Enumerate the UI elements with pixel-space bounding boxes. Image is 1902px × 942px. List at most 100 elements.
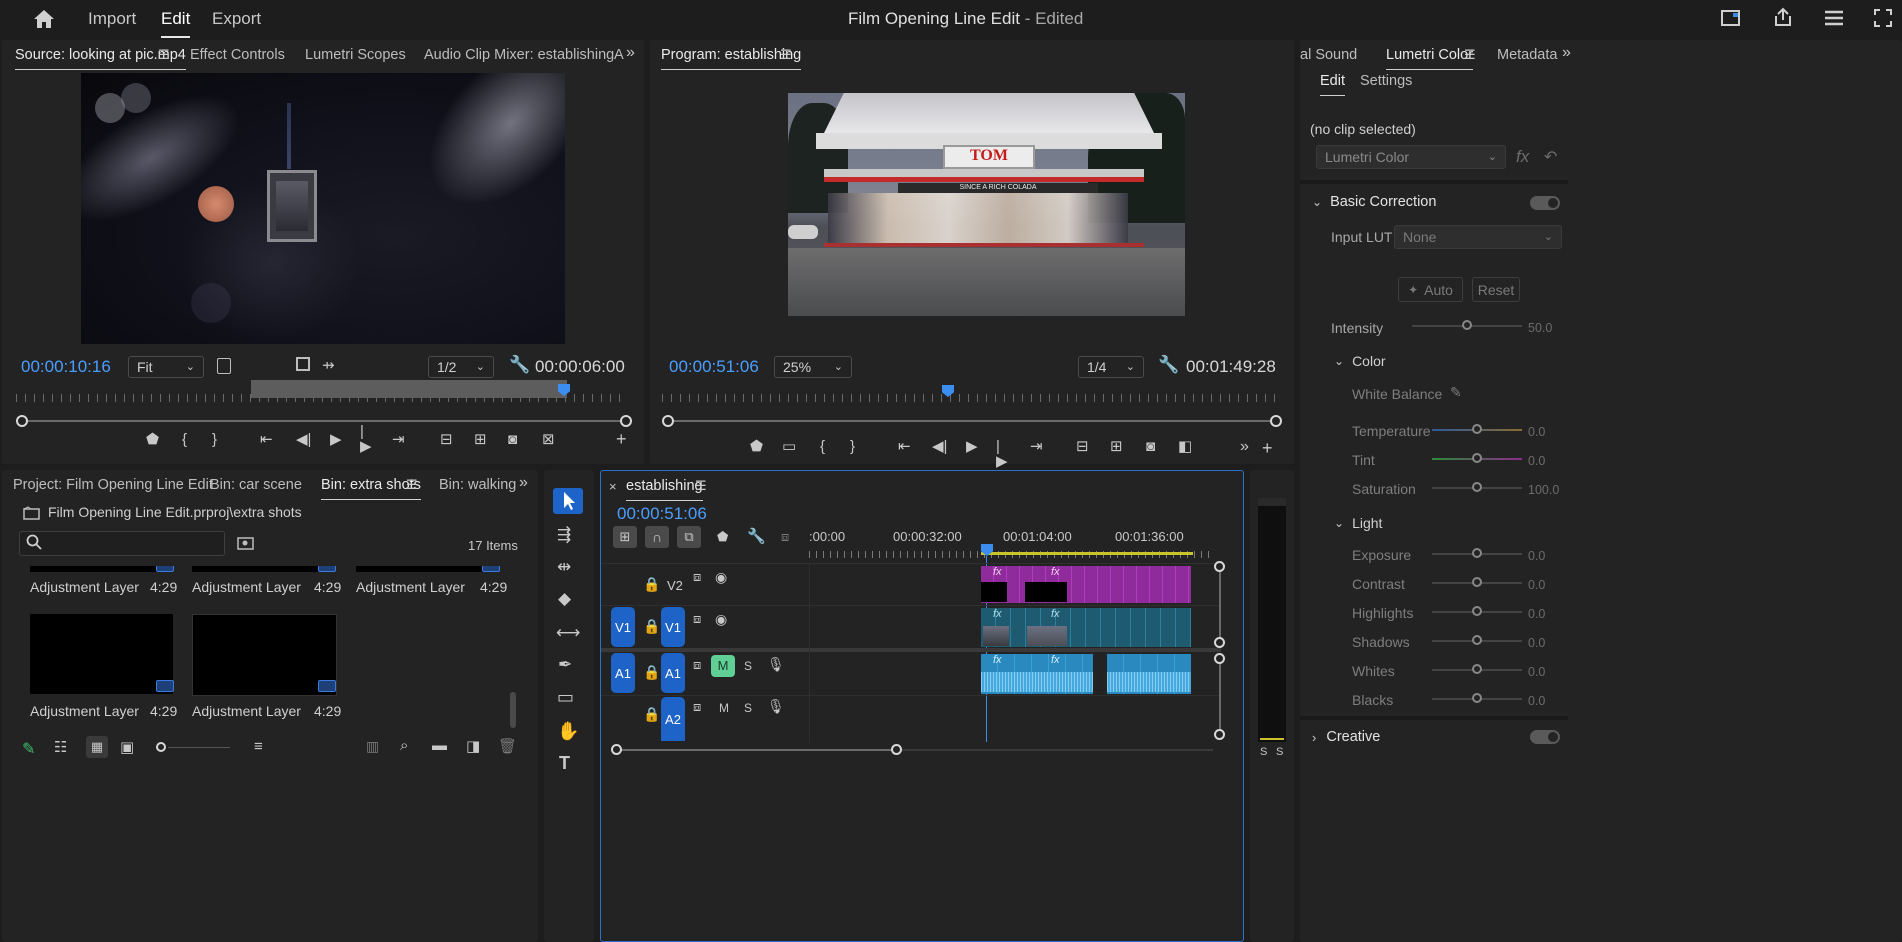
- program-zoom-dropdown[interactable]: 25% ⌄: [774, 356, 852, 378]
- zoom-slider-knob[interactable]: [156, 742, 166, 752]
- solo-left-button[interactable]: S: [1260, 746, 1267, 758]
- panel-menu-icon[interactable]: ☰: [1464, 48, 1476, 61]
- scroll-handle[interactable]: [1214, 637, 1225, 648]
- track-target-v1[interactable]: V1: [661, 607, 685, 647]
- tab-effect-controls[interactable]: Effect Controls: [190, 47, 285, 63]
- temperature-knob[interactable]: [1472, 424, 1482, 434]
- slip-tool-icon[interactable]: ⟷: [556, 624, 580, 641]
- home-icon[interactable]: [32, 8, 56, 30]
- contrast-value[interactable]: 0.0: [1528, 578, 1545, 592]
- blacks-knob[interactable]: [1472, 693, 1482, 703]
- scroll-start-handle[interactable]: [16, 415, 28, 427]
- video-tracks-scrollbar[interactable]: [1219, 567, 1221, 643]
- tab-metadata[interactable]: Metadata: [1497, 47, 1557, 63]
- highlights-knob[interactable]: [1472, 606, 1482, 616]
- tab-bin-walking[interactable]: Bin: walking o: [439, 477, 517, 493]
- input-lut-dropdown[interactable]: None ⌄: [1394, 225, 1562, 249]
- temperature-value[interactable]: 0.0: [1528, 425, 1545, 439]
- mark-in-icon[interactable]: {: [182, 432, 187, 447]
- tab-lumetri-scopes[interactable]: Lumetri Scopes: [305, 47, 406, 63]
- intensity-knob[interactable]: [1462, 320, 1472, 330]
- panel-menu-icon[interactable]: ☰: [780, 48, 792, 61]
- scroll-handle[interactable]: [891, 744, 902, 755]
- source-resolution-dropdown[interactable]: 1/2 ⌄: [428, 356, 494, 378]
- insert-marker-icon[interactable]: [217, 358, 231, 374]
- fx-icon[interactable]: fx: [1516, 147, 1529, 167]
- panel-menu-icon[interactable]: ☰: [406, 478, 418, 491]
- mute-button[interactable]: M: [719, 701, 729, 715]
- source-fit-dropdown[interactable]: Fit ⌄: [128, 356, 204, 378]
- toggle-sync-icon[interactable]: ⧈: [693, 658, 701, 671]
- tint-value[interactable]: 0.0: [1528, 454, 1545, 468]
- contrast-knob[interactable]: [1472, 577, 1482, 587]
- item-name[interactable]: Adjustment Layer: [192, 579, 301, 595]
- extract-icon[interactable]: ⊞: [1110, 439, 1123, 454]
- source-timecode[interactable]: 00:00:10:16: [21, 357, 111, 377]
- automate-to-sequence-icon[interactable]: ▥: [366, 738, 379, 755]
- v2-clip-group[interactable]: fx fx: [981, 566, 1191, 603]
- exposure-value[interactable]: 0.0: [1528, 549, 1545, 563]
- go-to-out-icon[interactable]: ⇥: [392, 432, 405, 447]
- tab-essential-sound[interactable]: al Sound: [1300, 47, 1357, 63]
- saturation-value[interactable]: 100.0: [1528, 483, 1559, 497]
- intensity-value[interactable]: 50.0: [1528, 321, 1552, 335]
- safe-margins-icon[interactable]: ▭: [782, 439, 796, 454]
- track-target-a1[interactable]: A1: [661, 653, 685, 693]
- scroll-end-handle[interactable]: [1270, 415, 1282, 427]
- mic-icon[interactable]: 🎙: [767, 657, 785, 671]
- trash-icon[interactable]: 🗑: [498, 737, 517, 755]
- more-tabs-icon[interactable]: »: [519, 475, 528, 491]
- reset-button[interactable]: Reset: [1472, 277, 1520, 302]
- panel-menu-icon[interactable]: ☰: [158, 48, 170, 61]
- solo-button[interactable]: S: [744, 701, 752, 715]
- lock-icon[interactable]: 🔒: [643, 619, 660, 633]
- scroll-handle[interactable]: [1214, 561, 1225, 572]
- scroll-start-handle[interactable]: [662, 415, 674, 427]
- add-marker-icon[interactable]: ⬟: [146, 432, 159, 447]
- blacks-value[interactable]: 0.0: [1528, 694, 1545, 708]
- scroll-handle[interactable]: [1214, 653, 1225, 664]
- source-zoom-scrollbar[interactable]: [22, 420, 626, 422]
- grid-scrollbar[interactable]: [510, 692, 516, 728]
- settings-icon[interactable]: ⊠: [542, 432, 555, 447]
- mark-in-icon[interactable]: {: [820, 439, 825, 454]
- more-tabs-icon[interactable]: »: [626, 45, 635, 61]
- item-name[interactable]: Adjustment Layer: [356, 579, 465, 595]
- v1-clip-group[interactable]: fx fx: [981, 608, 1191, 647]
- new-bin-icon[interactable]: ▬: [432, 737, 447, 754]
- menu-export[interactable]: Export: [212, 9, 261, 29]
- tab-overflow[interactable]: A: [614, 47, 624, 63]
- toggle-sync-icon[interactable]: ⧈: [693, 570, 701, 583]
- eyedropper-icon[interactable]: ✎: [1450, 384, 1462, 401]
- source-in-out-range[interactable]: [251, 380, 567, 398]
- tint-knob[interactable]: [1472, 453, 1482, 463]
- scroll-handle[interactable]: [611, 744, 622, 755]
- mark-out-icon[interactable]: }: [212, 432, 217, 447]
- a1-clip-group[interactable]: fx fx: [981, 654, 1093, 694]
- drag-video-icon[interactable]: [296, 357, 310, 371]
- basic-correction-header[interactable]: ⌄ Basic Correction: [1312, 194, 1436, 210]
- toggle-sync-icon[interactable]: ⧈: [693, 612, 701, 625]
- scroll-handle[interactable]: [1214, 729, 1225, 740]
- go-to-in-icon[interactable]: ⇤: [260, 432, 273, 447]
- lock-icon[interactable]: 🔒: [643, 577, 660, 591]
- toggle-sync-icon[interactable]: ⧈: [693, 700, 701, 713]
- step-back-icon[interactable]: ◀|: [296, 432, 311, 447]
- basic-correction-toggle[interactable]: [1530, 196, 1560, 210]
- rectangle-tool-icon[interactable]: ▭: [557, 688, 574, 706]
- source-patch-v1[interactable]: V1: [611, 607, 635, 647]
- tab-bin-car-scene[interactable]: Bin: car scene: [210, 477, 302, 493]
- color-section-header[interactable]: ⌄ Color: [1334, 353, 1386, 369]
- search-field[interactable]: [19, 531, 225, 556]
- close-icon[interactable]: ×: [609, 480, 617, 493]
- timeline-zoom-scrollbar[interactable]: [617, 749, 897, 751]
- play-icon[interactable]: ▶: [330, 432, 342, 447]
- creative-section-header[interactable]: › Creative: [1312, 729, 1380, 745]
- zoom-slider[interactable]: [168, 747, 230, 748]
- search-input[interactable]: [48, 536, 218, 551]
- menu-edit[interactable]: Edit: [161, 9, 191, 38]
- export-frame-icon[interactable]: ◙: [508, 432, 517, 447]
- more-controls-icon[interactable]: »: [1240, 439, 1249, 455]
- shadows-value[interactable]: 0.0: [1528, 636, 1545, 650]
- solo-right-button[interactable]: S: [1276, 746, 1283, 758]
